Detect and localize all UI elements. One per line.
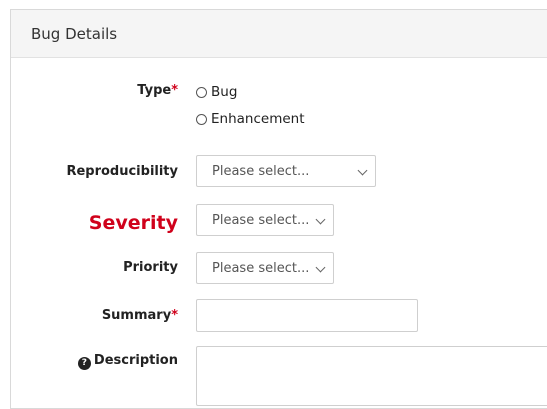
summary-label: Summary*	[101, 308, 178, 323]
radio-circle-icon[interactable]	[196, 86, 207, 98]
question-circle-icon[interactable]: ?	[77, 356, 91, 370]
reproducibility-label: Reproducibility	[66, 164, 178, 179]
description-textarea[interactable]	[196, 346, 547, 406]
label-column: Type* Reproducibility Severity Priority …	[11, 10, 178, 408]
priority-label: Priority	[123, 260, 178, 275]
type-option-enhancement[interactable]: Enhancement	[196, 111, 305, 127]
bug-details-panel: Bug Details Type* Reproducibility Severi…	[10, 9, 547, 409]
severity-select[interactable]: Please select...	[196, 204, 334, 236]
priority-select[interactable]: Please select...	[196, 252, 334, 284]
chevron-down-icon	[315, 262, 326, 273]
reproducibility-select[interactable]: Please select...	[196, 155, 376, 187]
summary-input[interactable]	[196, 299, 418, 332]
required-mark: *	[171, 308, 178, 323]
severity-label: Severity	[88, 212, 178, 234]
required-mark: *	[171, 83, 178, 98]
select-value: Please select...	[212, 260, 310, 276]
chevron-down-icon	[357, 165, 368, 176]
radio-label: Enhancement	[211, 111, 305, 127]
chevron-down-icon	[315, 214, 326, 225]
type-label: Type*	[137, 83, 178, 98]
select-value: Please select...	[212, 163, 310, 179]
select-value: Please select...	[212, 212, 310, 228]
radio-circle-icon[interactable]	[196, 113, 207, 125]
description-label: ? Description	[77, 353, 178, 370]
radio-label: Bug	[211, 84, 238, 100]
type-option-bug[interactable]: Bug	[196, 84, 237, 100]
